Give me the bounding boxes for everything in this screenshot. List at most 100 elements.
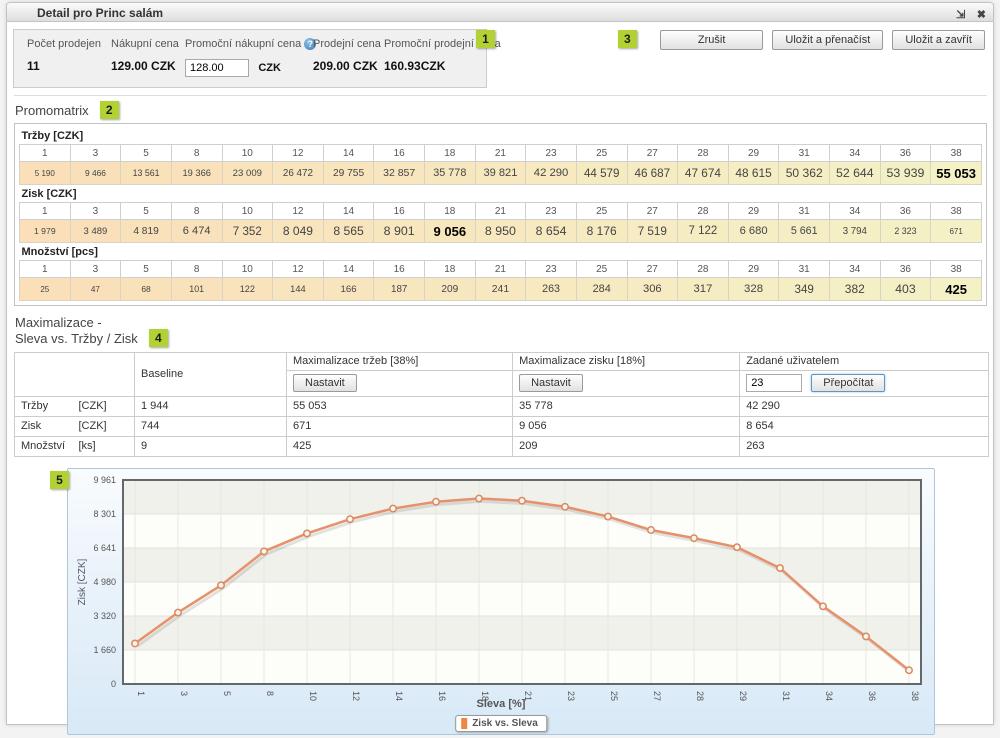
chart-point <box>132 640 138 646</box>
matrix-col-header: 14 <box>323 203 374 220</box>
chart-point <box>906 667 912 673</box>
promomatrix-tables: Tržby [CZK]13581012141618212325272829313… <box>14 123 987 306</box>
matrix-col-header: 25 <box>576 145 627 162</box>
promo-purchase-price-input[interactable] <box>185 59 249 77</box>
x-tick-label: 3 <box>179 691 189 696</box>
revenue-max-column-header: Maximalizace tržeb [38%] <box>287 352 513 370</box>
matrix-col-header: 21 <box>475 261 526 278</box>
matrix-cell: 144 <box>273 278 324 301</box>
y-tick-label: 3 320 <box>93 611 116 621</box>
matrix-col-header: 18 <box>425 145 476 162</box>
chart-point <box>605 513 611 519</box>
chart-point <box>476 495 482 501</box>
matrix-col-header: 27 <box>627 145 678 162</box>
chart-point <box>777 565 783 571</box>
maximization-table: Baseline Maximalizace tržeb [38%] Maxima… <box>14 352 989 457</box>
recalculate-button[interactable]: Přepočítat <box>811 374 885 392</box>
matrix-cell: 403 <box>880 278 931 301</box>
matrix-col-header: 8 <box>171 203 222 220</box>
matrix-cell: 50 362 <box>779 162 830 185</box>
value-cell: 1 944 <box>135 396 287 416</box>
user-discount-input[interactable] <box>746 374 802 392</box>
user-column-header: Zadané uživatelem <box>740 352 989 370</box>
matrix-table-1: Zisk [CZK]135810121416182123252728293134… <box>19 185 982 243</box>
matrix-cell: 26 472 <box>273 162 324 185</box>
matrix-cell: 8 565 <box>323 220 374 243</box>
set-revenue-button[interactable]: Nastavit <box>293 374 357 392</box>
matrix-cell: 7 519 <box>627 220 678 243</box>
matrix-cell: 29 755 <box>323 162 374 185</box>
matrix-cell: 3 794 <box>830 220 881 243</box>
matrix-cell: 46 687 <box>627 162 678 185</box>
chart-point <box>734 544 740 550</box>
y-tick-label: 9 961 <box>93 475 116 485</box>
matrix-col-header: 12 <box>273 145 324 162</box>
matrix-col-header: 25 <box>576 261 627 278</box>
matrix-col-header: 34 <box>830 203 881 220</box>
matrix-col-header: 21 <box>475 145 526 162</box>
matrix-col-header: 10 <box>222 145 273 162</box>
x-tick-label: 8 <box>265 691 275 696</box>
matrix-col-header: 23 <box>526 203 577 220</box>
matrix-cell: 122 <box>222 278 273 301</box>
matrix-cell: 8 950 <box>475 220 526 243</box>
matrix-col-header: 18 <box>425 203 476 220</box>
x-tick-label: 1 <box>136 691 146 696</box>
profit-max-column-header: Maximalizace zisku [18%] <box>513 352 740 370</box>
matrix-cell: 425 <box>931 278 982 301</box>
field-sale-price: Prodejní cena 209.00 CZK <box>313 38 384 77</box>
matrix-col-header: 1 <box>20 203 71 220</box>
matrix-col-header: 16 <box>374 145 425 162</box>
matrix-cell: 13 561 <box>121 162 172 185</box>
set-profit-button[interactable]: Nastavit <box>519 374 583 392</box>
matrix-cell: 3 489 <box>70 220 121 243</box>
matrix-cell: 52 644 <box>830 162 881 185</box>
matrix-col-header: 27 <box>627 203 678 220</box>
save-close-button[interactable]: Uložit a zavřít <box>892 30 985 50</box>
matrix-cell: 209 <box>425 278 476 301</box>
matrix-cell: 1 979 <box>20 220 71 243</box>
matrix-col-header: 29 <box>728 203 779 220</box>
popout-icon[interactable]: ⇲ <box>956 8 965 21</box>
chart-point <box>347 516 353 522</box>
matrix-cell: 317 <box>678 278 729 301</box>
matrix-table-0: Tržby [CZK]13581012141618212325272829313… <box>19 127 982 185</box>
matrix-cell: 8 176 <box>576 220 627 243</box>
matrix-cell: 6 680 <box>728 220 779 243</box>
matrix-col-header: 21 <box>475 203 526 220</box>
matrix-cell: 8 901 <box>374 220 425 243</box>
matrix-cell: 8 654 <box>526 220 577 243</box>
matrix-cell: 187 <box>374 278 425 301</box>
matrix-cell: 44 579 <box>576 162 627 185</box>
matrix-cell: 284 <box>576 278 627 301</box>
matrix-cell: 53 939 <box>880 162 931 185</box>
matrix-cell: 166 <box>323 278 374 301</box>
value-cell: 425 <box>287 436 513 456</box>
matrix-cell: 7 122 <box>678 220 729 243</box>
matrix-col-header: 23 <box>526 261 577 278</box>
y-tick-label: 6 641 <box>93 543 116 553</box>
y-tick-label: 0 <box>111 679 116 689</box>
matrix-cell: 9 466 <box>70 162 121 185</box>
matrix-col-header: 28 <box>678 261 729 278</box>
matrix-cell: 48 615 <box>728 162 779 185</box>
matrix-col-header: 28 <box>678 203 729 220</box>
cancel-button[interactable]: Zrušit <box>660 30 764 50</box>
matrix-cell: 4 819 <box>121 220 172 243</box>
matrix-col-header: 8 <box>171 261 222 278</box>
matrix-col-header: 38 <box>931 261 982 278</box>
save-reload-button[interactable]: Uložit a přenačíst <box>772 30 883 50</box>
value-cell: 42 290 <box>740 396 989 416</box>
chart-point <box>820 603 826 609</box>
table-row: Množství[ks]9425209263 <box>15 436 989 456</box>
matrix-col-header: 31 <box>779 203 830 220</box>
titlebar: Detail pro Princ salám ⇲ ✖ <box>7 3 993 22</box>
step-badge-3: 3 <box>618 30 637 48</box>
info-panel: Počet prodejen 11 Nákupní cena 129.00 CZ… <box>13 29 487 88</box>
value-cell: 671 <box>287 416 513 436</box>
matrix-cell: 7 352 <box>222 220 273 243</box>
close-icon[interactable]: ✖ <box>977 8 986 21</box>
matrix-cell: 32 857 <box>374 162 425 185</box>
row-label: Tržby <box>15 396 73 416</box>
matrix-cell: 263 <box>526 278 577 301</box>
